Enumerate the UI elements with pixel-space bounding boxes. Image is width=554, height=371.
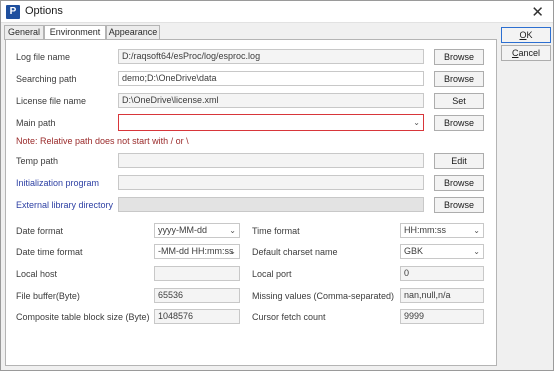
relative-path-note: Note: Relative path does not start with …: [16, 136, 189, 146]
temp-path-input[interactable]: [118, 153, 424, 168]
init-program-link[interactable]: Initialization program: [16, 178, 99, 188]
ext-lib-dir-browse-button[interactable]: Browse: [434, 197, 484, 213]
file-buffer-input[interactable]: 65536: [154, 288, 240, 303]
tab-general[interactable]: General: [4, 25, 44, 40]
searching-path-browse-button[interactable]: Browse: [434, 71, 484, 87]
time-format-label: Time format: [252, 226, 300, 236]
searching-path-input[interactable]: demo;D:\OneDrive\data: [118, 71, 424, 86]
license-file-label: License file name: [16, 96, 87, 106]
missing-values-input[interactable]: nan,null,n/a: [400, 288, 484, 303]
file-buffer-label: File buffer(Byte): [16, 291, 80, 301]
title-bar: P Options ✕: [1, 1, 553, 23]
temp-path-edit-button[interactable]: Edit: [434, 153, 484, 169]
environment-panel: Log file name D:/raqsoft64/esProc/log/es…: [5, 39, 497, 366]
license-set-button[interactable]: Set: [434, 93, 484, 109]
main-path-browse-button[interactable]: Browse: [434, 115, 484, 131]
cursor-fetch-input[interactable]: 9999: [400, 309, 484, 324]
missing-values-label: Missing values (Comma-separated): [252, 291, 395, 301]
block-size-input[interactable]: 1048576: [154, 309, 240, 324]
main-path-combo[interactable]: ⌄: [118, 114, 424, 131]
cursor-fetch-label: Cursor fetch count: [252, 312, 326, 322]
ok-button[interactable]: OK: [501, 27, 551, 43]
init-program-browse-button[interactable]: Browse: [434, 175, 484, 191]
init-program-input[interactable]: [118, 175, 424, 190]
time-format-select[interactable]: HH:mm:ss ⌄: [400, 223, 484, 238]
main-path-label: Main path: [16, 118, 56, 128]
datetime-format-select[interactable]: -MM-dd HH:mm:ss ⌄: [154, 244, 240, 259]
ext-lib-dir-link[interactable]: External library directory: [16, 200, 113, 210]
local-host-label: Local host: [16, 269, 58, 279]
tab-appearance[interactable]: Appearance: [106, 25, 160, 40]
license-file-input[interactable]: D:\OneDrive\license.xml: [118, 93, 424, 108]
ok-rest: K: [526, 30, 533, 40]
chevron-down-icon: ⌄: [229, 226, 236, 235]
searching-path-label: Searching path: [16, 74, 77, 84]
close-icon[interactable]: ✕: [531, 3, 544, 21]
date-format-label: Date format: [16, 226, 64, 236]
chevron-down-icon: ⌄: [229, 247, 236, 256]
chevron-down-icon: ⌄: [473, 247, 480, 256]
log-file-input[interactable]: D:/raqsoft64/esProc/log/esproc.log: [118, 49, 424, 64]
options-dialog: P Options ✕ General Environment Appearan…: [0, 0, 554, 371]
charset-value: GBK: [404, 246, 424, 256]
cancel-rest: ancel: [518, 48, 540, 58]
date-format-value: yyyy-MM-dd: [158, 225, 207, 235]
charset-select[interactable]: GBK ⌄: [400, 244, 484, 259]
cancel-button[interactable]: Cancel: [501, 45, 551, 61]
local-port-input[interactable]: 0: [400, 266, 484, 281]
log-file-label: Log file name: [16, 52, 71, 62]
ok-accel: O: [519, 30, 527, 40]
datetime-format-label: Date time format: [16, 247, 83, 257]
time-format-value: HH:mm:ss: [404, 225, 446, 235]
chevron-down-icon[interactable]: ⌄: [413, 116, 420, 129]
temp-path-label: Temp path: [16, 156, 59, 166]
window-title: Options: [25, 5, 63, 17]
log-file-browse-button[interactable]: Browse: [434, 49, 484, 65]
ext-lib-dir-input[interactable]: [118, 197, 424, 212]
local-port-label: Local port: [252, 269, 292, 279]
local-host-input[interactable]: [154, 266, 240, 281]
chevron-down-icon: ⌄: [473, 226, 480, 235]
datetime-format-value: -MM-dd HH:mm:ss: [158, 246, 234, 256]
charset-label: Default charset name: [252, 247, 338, 257]
date-format-select[interactable]: yyyy-MM-dd ⌄: [154, 223, 240, 238]
app-icon: P: [6, 5, 20, 19]
block-size-label: Composite table block size (Byte): [16, 312, 150, 322]
